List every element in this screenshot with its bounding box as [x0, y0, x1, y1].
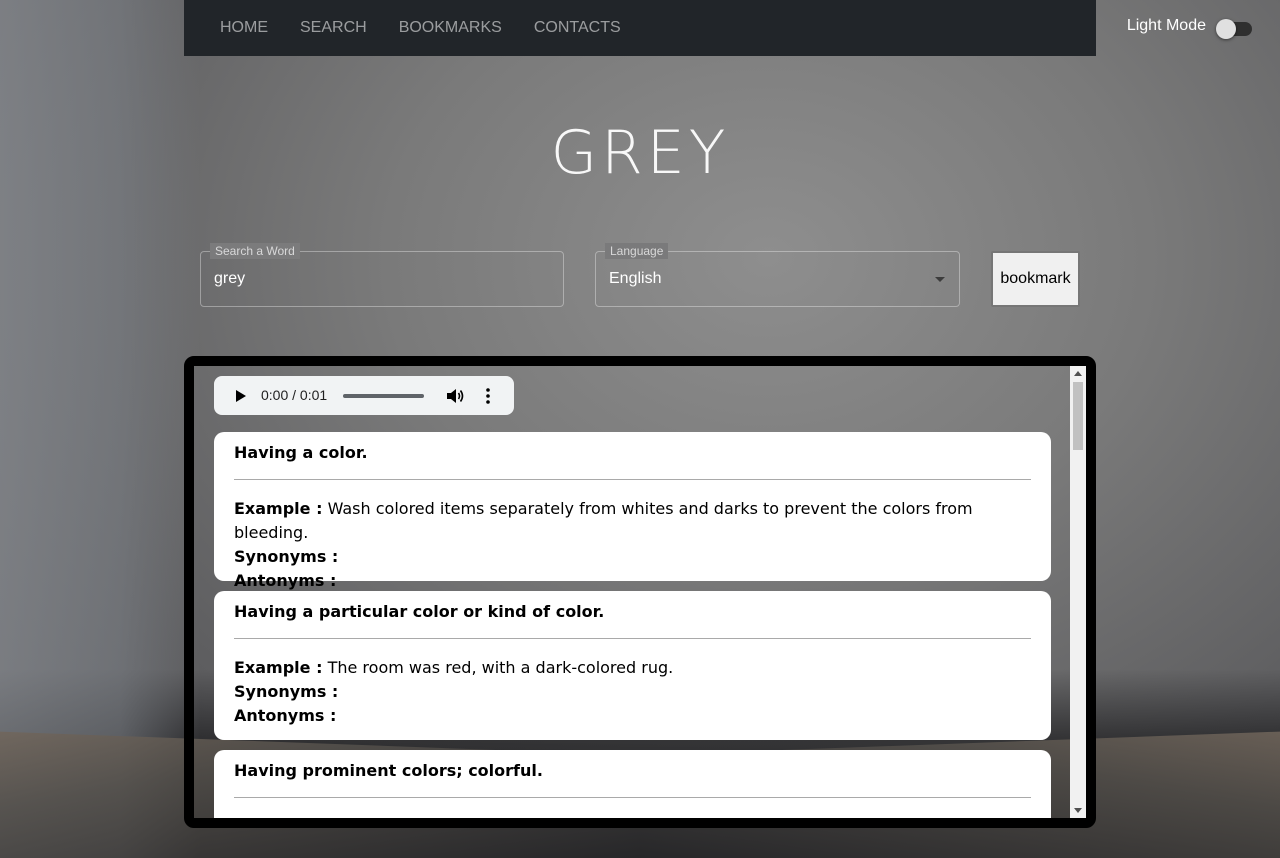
play-icon[interactable] [236, 390, 246, 402]
antonyms-row: Antonyms : [234, 569, 1031, 593]
theme-toggle: Light Mode [1126, 16, 1252, 39]
scrollbar-thumb[interactable] [1073, 382, 1083, 450]
language-selected-value: English [609, 270, 662, 287]
theme-toggle-label: Light Mode [1126, 17, 1206, 34]
results-panel: 0:00 / 0:01 Having a color. Example: Wa… [184, 356, 1096, 828]
card-divider [234, 638, 1031, 639]
audio-progress-slider[interactable] [343, 394, 424, 398]
search-word-input[interactable] [214, 270, 544, 288]
synonyms-label: Synonyms : [234, 682, 339, 701]
antonyms-row: Antonyms : [234, 704, 1031, 728]
synonyms-row: Synonyms : [234, 545, 1031, 569]
switch-thumb [1216, 19, 1236, 39]
pronunciation-audio-player: 0:00 / 0:01 [214, 376, 514, 415]
synonyms-label: Synonyms : [234, 547, 339, 566]
nav-link-contacts[interactable]: CONTACTS [518, 19, 637, 37]
volume-icon[interactable] [446, 388, 466, 404]
antonyms-label: Antonyms : [234, 706, 337, 725]
bookmark-button[interactable]: bookmark [991, 251, 1080, 307]
results-scrollbar[interactable] [1070, 366, 1086, 818]
definition-text: Having a color. [234, 443, 368, 462]
navbar: HOME SEARCH BOOKMARKS CONTACTS [184, 0, 1096, 56]
more-options-icon[interactable] [480, 387, 496, 405]
synonyms-row: Synonyms : [234, 680, 1031, 704]
card-divider [234, 479, 1031, 480]
light-mode-switch[interactable] [1216, 16, 1252, 39]
audio-time: 0:00 / 0:01 [261, 387, 328, 403]
definition-card: Having prominent colors; colorful. [214, 750, 1051, 818]
definition-card: Having a color. Example : Wash colored i… [214, 432, 1051, 590]
example-text: Wash colored items separately from white… [234, 499, 973, 542]
scroll-down-arrow-icon[interactable] [1074, 808, 1082, 813]
definition-text: Having a particular color or kind of col… [234, 602, 605, 621]
scroll-up-arrow-icon[interactable] [1074, 371, 1082, 376]
example-text: The room was red, with a dark-colored ru… [327, 658, 674, 677]
card-divider [234, 797, 1031, 798]
language-label: Language [605, 243, 669, 259]
example-row: Example : The room was red, with a dark-… [234, 656, 1031, 680]
language-select[interactable]: Language English [595, 243, 960, 307]
results-list[interactable]: 0:00 / 0:01 Having a color. Example: Wa… [194, 366, 1070, 818]
search-word-label: Search a Word [210, 243, 300, 259]
chevron-down-icon [935, 277, 945, 282]
nav-link-bookmarks[interactable]: BOOKMARKS [383, 19, 518, 37]
definition-text: Having prominent colors; colorful. [234, 761, 543, 780]
nav-link-search[interactable]: SEARCH [284, 19, 383, 37]
antonyms-label: Antonyms : [234, 571, 337, 590]
nav-link-home[interactable]: HOME [204, 19, 284, 37]
page-title: GREY [550, 118, 730, 188]
definition-card: Having a particular color or kind of col… [214, 591, 1051, 740]
example-label: Example : [234, 658, 323, 677]
example-label: Example : [234, 499, 323, 518]
search-word-field: Search a Word [200, 243, 564, 307]
example-row: Example : Wash colored items separately … [234, 497, 1031, 545]
